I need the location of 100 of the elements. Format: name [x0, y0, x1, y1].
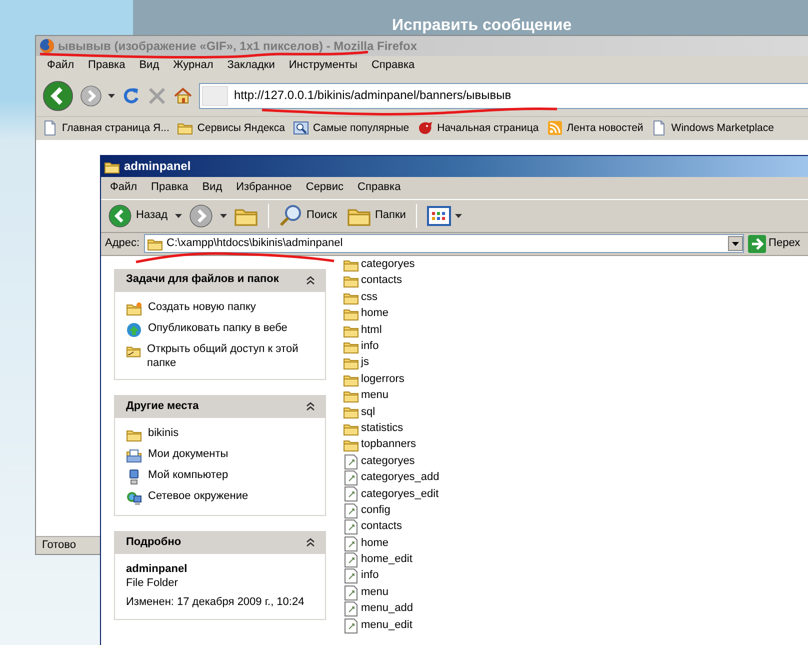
search-button[interactable]: Поиск — [276, 202, 340, 230]
document-icon — [343, 486, 359, 502]
task-link[interactable]: Открыть общий доступ к этой папке — [126, 342, 319, 370]
menu-item[interactable]: Инструменты — [282, 58, 364, 74]
back-button[interactable] — [42, 80, 74, 112]
folders-button[interactable]: Папки — [344, 202, 409, 230]
file-item[interactable]: info — [343, 338, 440, 356]
menu-item[interactable]: Вид — [195, 180, 230, 196]
file-item[interactable]: menu — [343, 388, 440, 404]
collapse-icon[interactable] — [306, 402, 315, 412]
bookmark[interactable]: Лента новостей — [546, 120, 644, 136]
task-link[interactable]: Сетевое окружение — [126, 490, 319, 506]
file-item[interactable]: statistics — [343, 420, 440, 438]
bookmark[interactable]: Самые популярные — [292, 120, 410, 136]
document-icon — [343, 536, 359, 552]
menu-item[interactable]: Журнал — [166, 58, 220, 74]
menu-item[interactable]: Сервис — [298, 180, 351, 196]
menu-item[interactable]: Закладки — [220, 58, 282, 74]
new-folder-icon — [126, 300, 142, 317]
forward-button[interactable] — [80, 84, 102, 107]
menu-item[interactable]: Справка — [364, 58, 422, 74]
caret-icon[interactable] — [174, 214, 182, 218]
menu-item[interactable]: Вид — [132, 58, 166, 74]
back-button[interactable]: Назад — [105, 202, 171, 230]
grid-view-icon — [426, 206, 451, 226]
page-icon — [42, 120, 58, 136]
file-item[interactable]: categoryes — [343, 453, 440, 470]
file-item[interactable]: sql — [343, 404, 440, 421]
window-title: adminpanel — [124, 159, 191, 174]
menu-item[interactable]: Правка — [144, 180, 196, 196]
bookmark[interactable]: Главная страница Я... — [42, 120, 170, 136]
home-icon[interactable] — [173, 86, 193, 106]
page-heading: Исправить сообщение — [392, 16, 572, 36]
menu-item[interactable]: Файл — [103, 180, 144, 196]
details-type: File Folder — [126, 577, 179, 591]
file-item[interactable]: home — [343, 535, 440, 552]
menu-item[interactable]: Файл — [40, 58, 82, 74]
file-item[interactable]: config — [343, 502, 440, 519]
bookmark[interactable]: Windows Marketplace — [651, 120, 774, 136]
task-link[interactable]: Создать новую папку — [126, 300, 319, 317]
document-icon — [343, 584, 359, 601]
file-item[interactable]: contacts — [343, 519, 440, 536]
panel-header[interactable]: Подробно — [115, 531, 325, 554]
collapse-icon[interactable] — [306, 276, 315, 285]
caret-icon — [732, 242, 739, 246]
file-item[interactable]: logerrors — [343, 371, 440, 388]
document-icon — [343, 618, 359, 634]
document-icon — [343, 601, 359, 618]
task-link[interactable]: bikinis — [126, 427, 319, 444]
details-modified: Изменен: 17 декабря 2009 г., 10:24 — [126, 596, 306, 610]
file-item[interactable]: categoryes — [343, 256, 440, 274]
task-link[interactable]: Мои документы — [126, 448, 319, 464]
file-item[interactable]: topbanners — [343, 437, 440, 454]
bookmark[interactable]: Начальная страница — [417, 120, 539, 136]
details-name: adminpanel — [126, 563, 188, 577]
file-item[interactable]: categoryes_edit — [343, 486, 440, 503]
file-item[interactable]: css — [343, 290, 440, 306]
task-link[interactable]: Опубликовать папку в вебе — [126, 322, 319, 338]
file-item[interactable]: menu — [343, 584, 440, 601]
document-icon — [343, 552, 359, 568]
caret-icon[interactable] — [454, 214, 462, 218]
collapse-icon[interactable] — [306, 538, 315, 548]
browser-logo-icon — [39, 38, 55, 54]
address-field[interactable]: http://127.0.0.1/bikinis/adminpanel/banners/ывывыв — [199, 82, 808, 109]
panel-header[interactable]: Задачи для файлов и папок — [115, 268, 325, 292]
file-item[interactable]: categoryes_add — [343, 470, 440, 486]
search-page-icon — [292, 120, 309, 136]
dropdown-button[interactable] — [728, 236, 743, 252]
file-item[interactable]: contacts — [343, 273, 440, 290]
search-icon — [278, 204, 303, 228]
go-arrow-icon — [748, 234, 766, 253]
file-item[interactable]: menu_add — [343, 600, 440, 618]
address-field[interactable]: C:\xampp\htdocs\bikinis\adminpanel — [144, 234, 744, 254]
go-button[interactable]: Перех — [748, 234, 800, 253]
file-item[interactable]: info — [343, 568, 440, 585]
rss-icon — [546, 120, 563, 136]
network-icon — [126, 490, 142, 506]
bookmark[interactable]: Сервисы Яндекса — [177, 120, 285, 136]
menu-item[interactable]: Избранное — [229, 180, 299, 196]
documents-folder-icon — [126, 448, 142, 464]
reload-icon[interactable] — [121, 86, 141, 106]
file-item[interactable]: home — [343, 306, 440, 322]
document-icon — [343, 519, 359, 536]
caret-icon[interactable] — [108, 94, 115, 98]
caret-icon[interactable] — [220, 214, 227, 218]
document-icon — [343, 470, 359, 486]
creature-icon — [417, 120, 434, 136]
document-icon — [343, 454, 359, 470]
task-link[interactable]: Мой компьютер — [126, 469, 319, 486]
file-item[interactable]: js — [343, 355, 440, 372]
menu-item[interactable]: Справка — [350, 180, 408, 196]
panel-header[interactable]: Другие места — [115, 395, 325, 418]
file-item[interactable]: menu_edit — [343, 617, 440, 634]
file-item[interactable]: home_edit — [343, 552, 440, 568]
document-icon — [343, 502, 359, 519]
document-icon — [343, 568, 359, 584]
menu-item[interactable]: Правка — [81, 58, 132, 74]
page-icon — [651, 120, 668, 136]
file-item[interactable]: html — [343, 322, 440, 339]
status-text: Готово — [42, 538, 76, 552]
